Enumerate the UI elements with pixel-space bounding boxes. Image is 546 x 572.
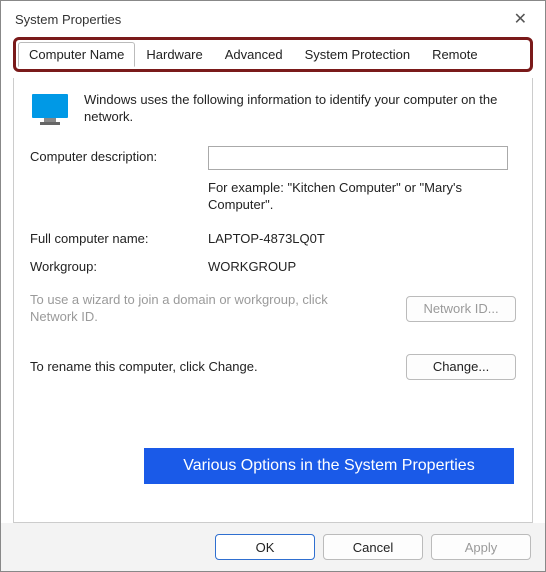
change-button[interactable]: Change... — [406, 354, 516, 380]
annotation-callout: Various Options in the System Properties — [144, 448, 514, 484]
window-title: System Properties — [15, 12, 121, 27]
tab-panel: Windows uses the following information t… — [13, 78, 533, 523]
tabstrip: Computer Name Hardware Advanced System P… — [18, 42, 528, 67]
tabs-highlight-box: Computer Name Hardware Advanced System P… — [13, 37, 533, 72]
fullname-value: LAPTOP-4873LQ0T — [208, 228, 325, 246]
rename-text: To rename this computer, click Change. — [30, 359, 258, 374]
tab-remote[interactable]: Remote — [421, 42, 489, 67]
tab-advanced[interactable]: Advanced — [214, 42, 294, 67]
wizard-text: To use a wizard to join a domain or work… — [30, 292, 330, 326]
cancel-button[interactable]: Cancel — [323, 534, 423, 560]
monitor-icon — [30, 92, 70, 128]
ok-button[interactable]: OK — [215, 534, 315, 560]
computer-description-input[interactable] — [208, 146, 508, 170]
network-id-button[interactable]: Network ID... — [406, 296, 516, 322]
tab-hardware[interactable]: Hardware — [135, 42, 213, 67]
fullname-label: Full computer name: — [30, 228, 208, 246]
workgroup-label: Workgroup: — [30, 256, 208, 274]
tab-computer-name[interactable]: Computer Name — [18, 42, 135, 67]
close-icon[interactable]: ✕ — [506, 5, 535, 33]
apply-button[interactable]: Apply — [431, 534, 531, 560]
system-properties-window: System Properties ✕ Computer Name Hardwa… — [0, 0, 546, 572]
workgroup-value: WORKGROUP — [208, 256, 296, 274]
intro-text: Windows uses the following information t… — [84, 92, 516, 126]
desc-example: For example: "Kitchen Computer" or "Mary… — [208, 180, 508, 214]
titlebar: System Properties ✕ — [1, 1, 545, 37]
desc-label: Computer description: — [30, 146, 208, 164]
tab-system-protection[interactable]: System Protection — [294, 42, 422, 67]
dialog-footer: OK Cancel Apply — [1, 523, 545, 571]
